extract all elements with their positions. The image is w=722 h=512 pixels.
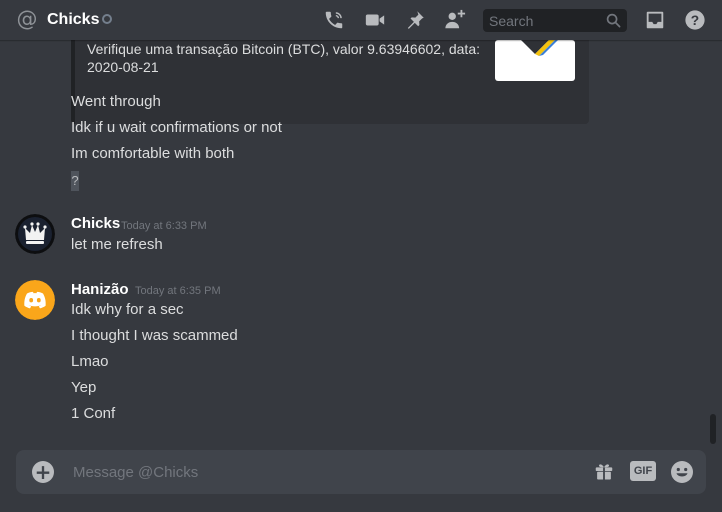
at-icon: @ — [16, 7, 38, 31]
phone-call-icon[interactable] — [323, 9, 345, 31]
help-icon[interactable]: ? — [684, 9, 706, 31]
scrollbar-thumb[interactable] — [710, 414, 716, 444]
inbox-icon[interactable] — [644, 9, 666, 31]
gift-icon[interactable] — [593, 460, 615, 482]
search-box[interactable] — [483, 9, 627, 32]
message-text: let me refresh — [71, 236, 163, 253]
avatar[interactable] — [15, 280, 55, 320]
message-list[interactable]: Verifique uma transação Bitcoin (BTC), v… — [0, 40, 708, 445]
status-offline-icon — [102, 14, 112, 24]
message-timestamp: Today at 6:33 PM — [121, 220, 207, 232]
unknown-emoji: ? — [71, 171, 79, 191]
message-text: Went through — [71, 93, 161, 110]
message-text: Idk if u wait confirmations or not — [71, 119, 282, 136]
message-author[interactable]: Hanizão — [71, 280, 129, 300]
message-timestamp: Today at 6:35 PM — [135, 285, 221, 297]
channel-name: Chicks — [47, 11, 100, 28]
embed-description: Verifique uma transação Bitcoin (BTC), v… — [87, 41, 480, 75]
gif-button[interactable]: GIF — [630, 461, 656, 481]
upload-button[interactable]: + — [32, 461, 54, 483]
add-friend-icon[interactable] — [444, 9, 466, 31]
message-text: Idk why for a sec — [71, 301, 184, 318]
message-text: Lmao — [71, 353, 109, 370]
message-input[interactable] — [71, 461, 571, 483]
embed-thumbnail[interactable] — [495, 40, 575, 81]
search-icon — [606, 13, 621, 28]
emoji-icon[interactable] — [670, 460, 694, 484]
message-author[interactable]: Chicks — [71, 214, 120, 234]
avatar[interactable] — [15, 214, 55, 254]
message-text: 1 Conf — [71, 405, 116, 422]
message-composer: + GIF — [16, 450, 706, 494]
svg-text:?: ? — [691, 13, 699, 28]
message-text: Im comfortable with both — [71, 145, 235, 162]
message-text: Yep — [71, 379, 97, 396]
message-text: I thought I was scammed — [71, 327, 238, 344]
channel-header: @ Chicks Search ? — [0, 0, 722, 40]
pin-icon[interactable] — [404, 9, 426, 31]
video-call-icon[interactable] — [364, 9, 386, 31]
plus-icon: + — [34, 460, 52, 484]
search-input[interactable] — [483, 9, 601, 32]
